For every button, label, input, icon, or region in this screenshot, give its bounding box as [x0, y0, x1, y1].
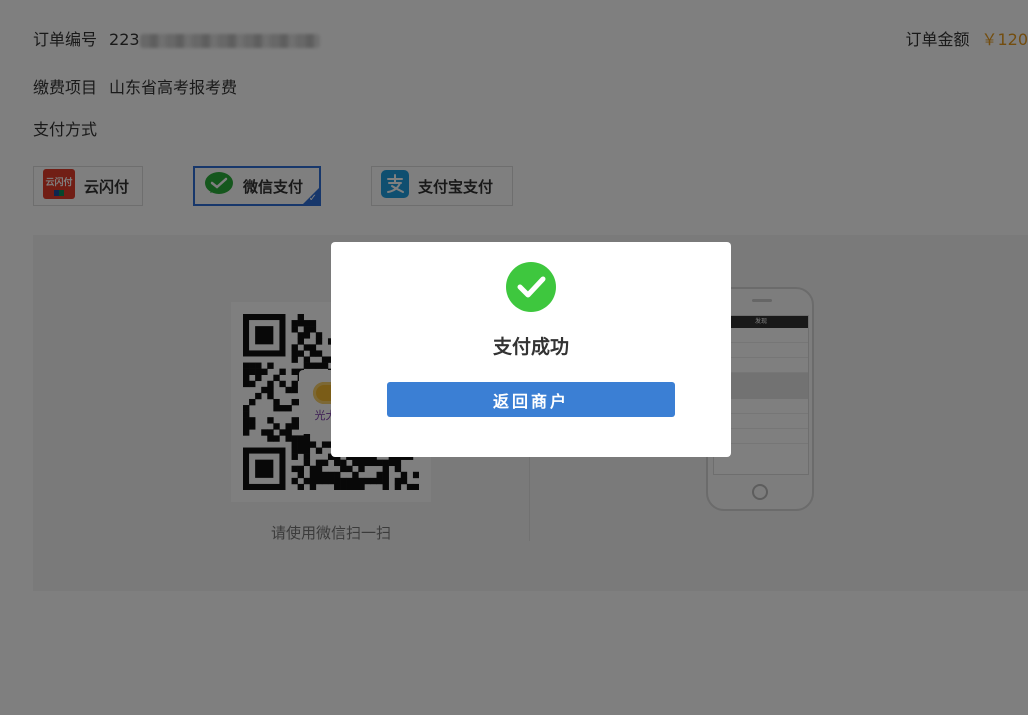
dialog-title: 支付成功 — [492, 336, 569, 358]
return-to-merchant-button[interactable]: 返回商户 — [387, 382, 675, 417]
success-check-icon — [506, 262, 556, 312]
payment-success-dialog: 支付成功 返回商户 — [331, 242, 731, 457]
payment-page: 订单编号223 订单金额￥120 缴费项目山东省高考报考费 支付方式 云闪付 云… — [0, 0, 1028, 715]
